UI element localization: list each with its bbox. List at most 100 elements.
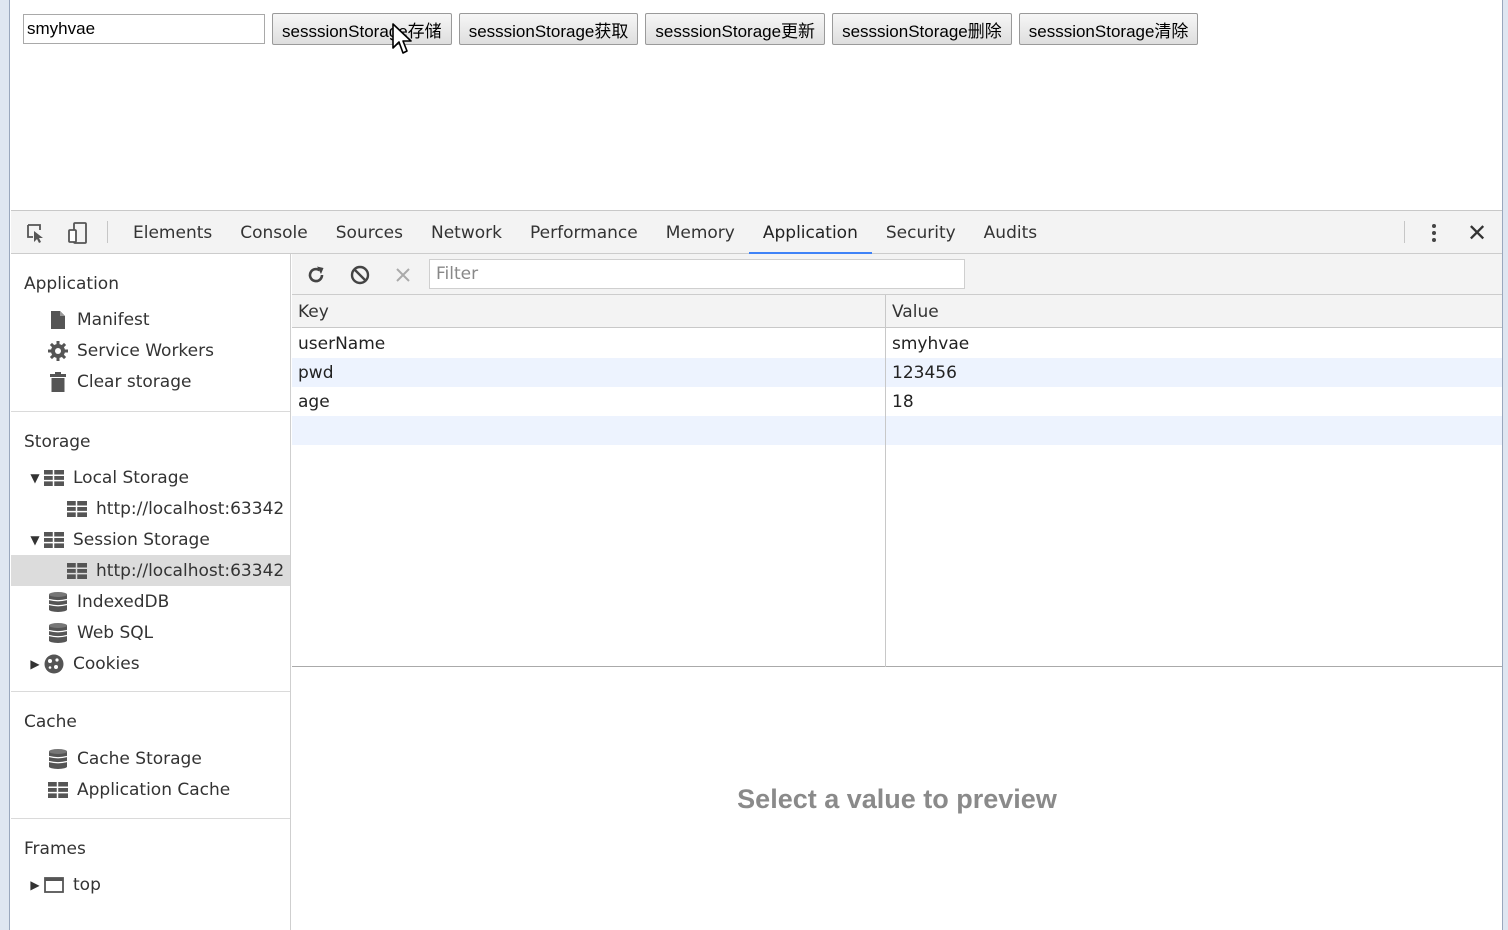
sidebar-item-cookies[interactable]: ▶ Cookies xyxy=(11,648,290,679)
more-options-icon[interactable] xyxy=(1422,220,1446,246)
sidebar-item-label: Web SQL xyxy=(77,622,154,643)
cell-value: 123456 xyxy=(892,362,957,383)
session-storage-save-button[interactable]: sesssionStorage存储 xyxy=(272,13,452,45)
session-storage-clear-button[interactable]: sesssionStorage清除 xyxy=(1018,13,1199,45)
database-icon xyxy=(47,748,69,769)
grid-header: Key Value xyxy=(292,295,1502,328)
mouse-cursor-icon xyxy=(392,23,412,54)
close-devtools-icon[interactable]: ✕ xyxy=(1464,219,1490,247)
window-left-border xyxy=(0,0,10,930)
devtools-tabs: Elements Console Sources Network Perform… xyxy=(119,211,1051,255)
database-icon xyxy=(47,622,69,643)
session-storage-delete-button[interactable]: sesssionStorage删除 xyxy=(832,13,1012,45)
tab-console[interactable]: Console xyxy=(226,211,322,254)
sidebar-item-label: Service Workers xyxy=(77,340,214,361)
section-title-application: Application xyxy=(24,274,119,294)
section-divider xyxy=(11,818,290,819)
storage-toolbar xyxy=(292,254,1502,295)
sidebar-item-label: Local Storage xyxy=(73,467,189,488)
sidebar-item-indexeddb[interactable]: IndexedDB xyxy=(11,586,290,617)
delete-selected-icon[interactable] xyxy=(390,262,416,288)
section-divider xyxy=(11,691,290,692)
refresh-icon[interactable] xyxy=(303,262,329,288)
expanded-triangle-icon[interactable]: ▼ xyxy=(29,533,41,547)
device-toolbar-icon[interactable] xyxy=(65,220,91,246)
database-icon xyxy=(47,591,69,612)
sidebar-item-label: http://localhost:63342 xyxy=(96,560,285,581)
column-header-key[interactable]: Key xyxy=(292,295,885,328)
section-title-cache: Cache xyxy=(24,712,77,732)
cell-key: age xyxy=(298,391,330,412)
expanded-triangle-icon[interactable]: ▼ xyxy=(29,471,41,485)
sidebar-item-session-storage-origin[interactable]: http://localhost:63342 xyxy=(11,555,290,586)
tab-elements[interactable]: Elements xyxy=(119,211,226,254)
session-storage-get-button[interactable]: sesssionStorage获取 xyxy=(458,13,639,45)
cell-value: smyhvae xyxy=(892,333,970,354)
table-icon xyxy=(66,561,88,581)
window-right-border xyxy=(1502,0,1508,930)
column-divider[interactable] xyxy=(885,295,886,667)
storage-view: Key Value userName smyhvae pwd 123456 ag… xyxy=(292,254,1502,930)
application-sidebar: Application Manifest Service Workers Cle… xyxy=(11,254,291,930)
sidebar-item-label: http://localhost:63342 xyxy=(96,498,285,519)
filter-input[interactable] xyxy=(429,259,965,289)
table-row[interactable]: pwd 123456 xyxy=(292,358,1502,387)
sidebar-item-local-storage-origin[interactable]: http://localhost:63342 xyxy=(11,493,290,524)
gear-icon xyxy=(47,340,69,361)
username-input[interactable] xyxy=(23,14,265,44)
sidebar-item-label: Cache Storage xyxy=(77,748,202,769)
section-title-frames: Frames xyxy=(24,839,86,859)
sidebar-item-frame-top[interactable]: ▶ top xyxy=(11,869,290,900)
cell-value: 18 xyxy=(892,391,914,412)
devtools-panel: Elements Console Sources Network Perform… xyxy=(11,210,1502,930)
session-storage-update-button[interactable]: sesssionStorage更新 xyxy=(645,13,826,45)
tab-audits[interactable]: Audits xyxy=(970,211,1051,254)
collapsed-triangle-icon[interactable]: ▶ xyxy=(29,878,41,892)
sidebar-item-cache-storage[interactable]: Cache Storage xyxy=(11,743,290,774)
tab-memory[interactable]: Memory xyxy=(652,211,749,254)
sidebar-item-label: Session Storage xyxy=(73,529,210,550)
toolbar-separator xyxy=(1404,221,1405,243)
devtools-tabbar: Elements Console Sources Network Perform… xyxy=(11,211,1502,255)
table-icon xyxy=(43,468,65,488)
tab-network[interactable]: Network xyxy=(417,211,516,254)
cookie-icon xyxy=(43,654,65,674)
trash-icon xyxy=(47,371,69,392)
sidebar-item-service-workers[interactable]: Service Workers xyxy=(11,335,290,366)
tab-application[interactable]: Application xyxy=(748,211,872,255)
cell-key: pwd xyxy=(298,362,334,383)
sidebar-item-web-sql[interactable]: Web SQL xyxy=(11,617,290,648)
toolbar-separator xyxy=(107,221,108,243)
tab-performance[interactable]: Performance xyxy=(516,211,652,254)
sidebar-item-label: Manifest xyxy=(77,309,150,330)
sidebar-item-label: IndexedDB xyxy=(77,591,170,612)
section-title-storage: Storage xyxy=(24,432,91,452)
web-page: sesssionStorage存储 sesssionStorage获取 sess… xyxy=(11,0,1502,210)
sidebar-item-label: Application Cache xyxy=(77,779,231,800)
value-preview-pane: Select a value to preview xyxy=(292,667,1502,930)
table-row-empty[interactable] xyxy=(292,416,1502,445)
sidebar-item-manifest[interactable]: Manifest xyxy=(11,304,290,335)
table-row[interactable]: userName smyhvae xyxy=(292,329,1502,358)
collapsed-triangle-icon[interactable]: ▶ xyxy=(29,657,41,671)
tab-sources[interactable]: Sources xyxy=(322,211,417,254)
sidebar-item-label: Cookies xyxy=(73,653,140,674)
storage-data-grid: Key Value userName smyhvae pwd 123456 ag… xyxy=(292,295,1502,667)
table-icon xyxy=(66,499,88,519)
section-divider xyxy=(11,411,290,412)
table-icon xyxy=(47,780,69,800)
sidebar-item-label: Clear storage xyxy=(77,371,192,392)
tab-security[interactable]: Security xyxy=(872,211,970,254)
column-header-value[interactable]: Value xyxy=(886,295,1502,328)
clear-all-icon[interactable] xyxy=(347,262,373,288)
sidebar-item-clear-storage[interactable]: Clear storage xyxy=(11,366,290,397)
sidebar-item-application-cache[interactable]: Application Cache xyxy=(11,774,290,805)
cell-key: userName xyxy=(298,333,386,354)
sidebar-item-session-storage[interactable]: ▼ Session Storage xyxy=(11,524,290,555)
inspect-element-icon[interactable] xyxy=(23,220,49,246)
frame-icon xyxy=(43,875,65,895)
table-icon xyxy=(43,530,65,550)
table-row[interactable]: age 18 xyxy=(292,387,1502,416)
preview-placeholder-text: Select a value to preview xyxy=(737,783,1057,814)
sidebar-item-local-storage[interactable]: ▼ Local Storage xyxy=(11,462,290,493)
